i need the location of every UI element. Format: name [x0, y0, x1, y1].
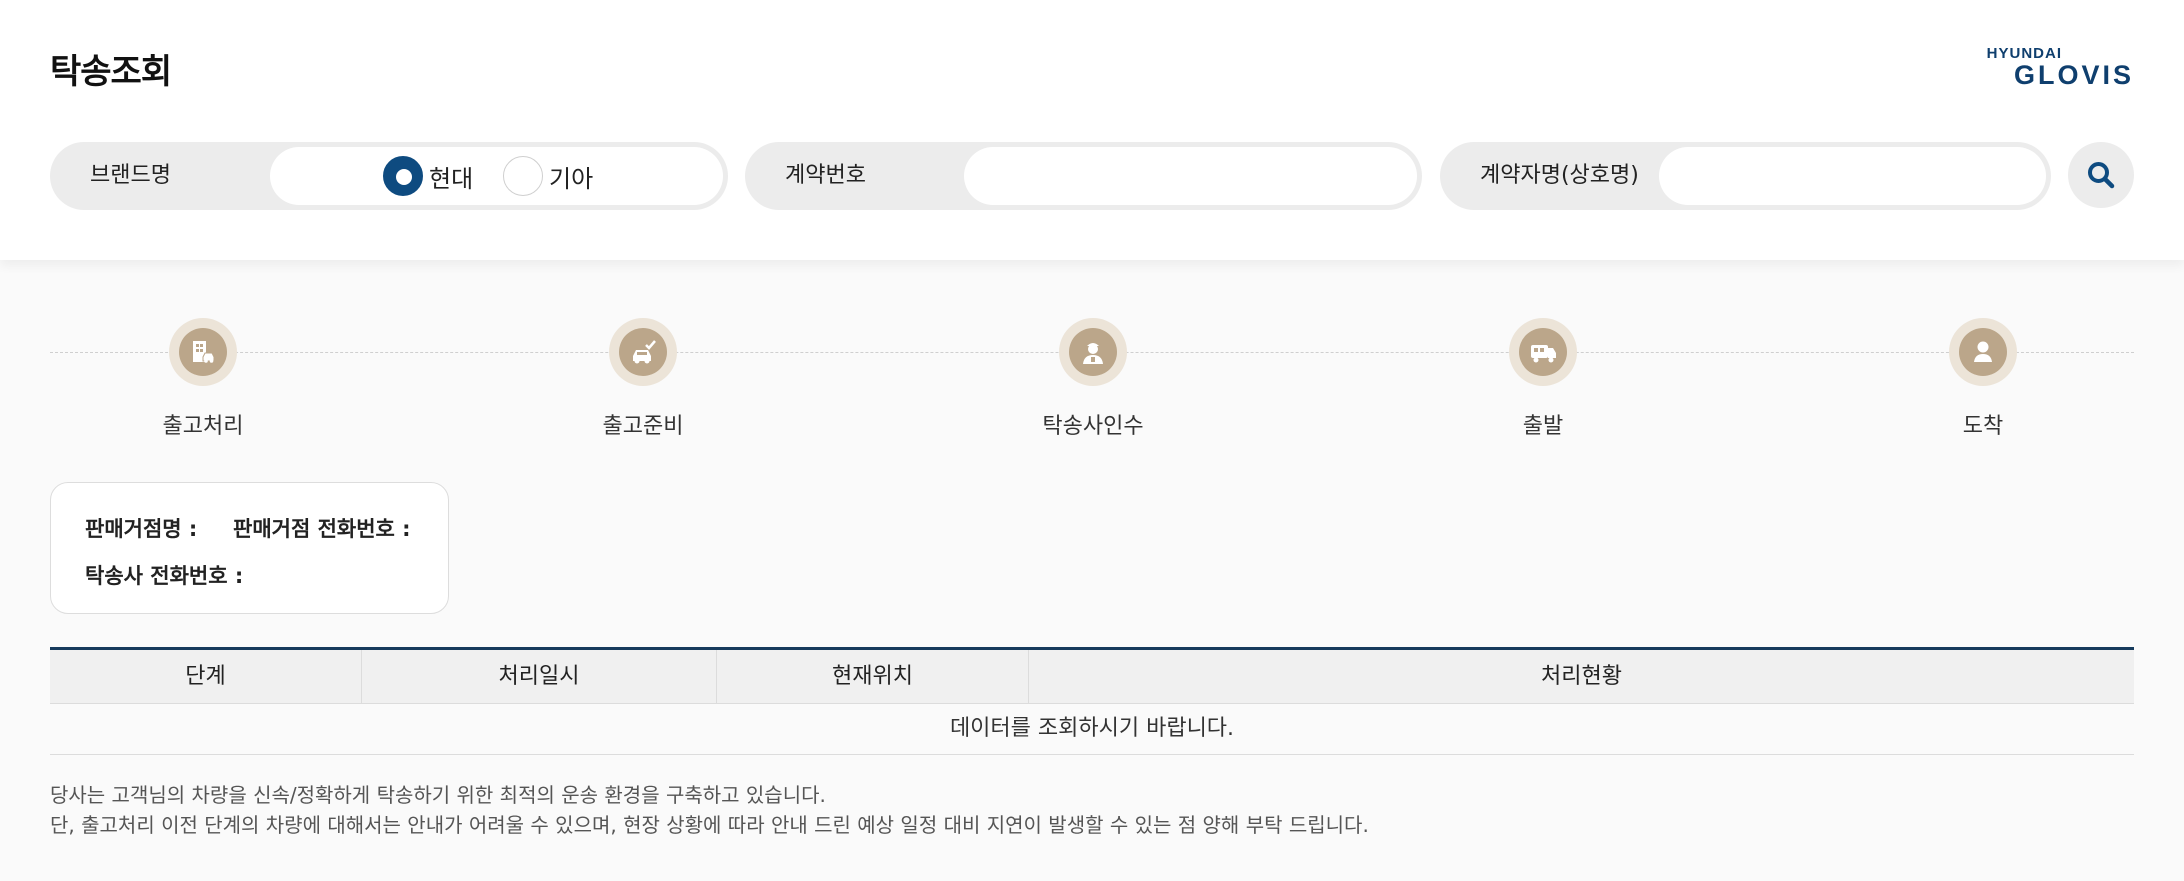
person-icon: [1974, 341, 1992, 362]
step-release-label: 출고처리: [162, 414, 244, 439]
step-prepare-label: 출고준비: [602, 414, 684, 439]
radio-kia-indicator[interactable]: [503, 156, 543, 196]
logo-line2: GLOVIS: [2013, 60, 2134, 90]
status-table: 단계 처리일시 현재위치 처리현황 데이터를 조회하시기 바랍니다.: [50, 647, 2134, 755]
table-header: 단계 처리일시 현재위치 처리현황: [50, 650, 2134, 704]
dealer-name-label: 판매거점명 :: [85, 517, 198, 541]
col-status: 처리현황: [1541, 664, 1622, 689]
radio-kia-label[interactable]: 기아: [549, 159, 593, 194]
notice-line-2: 단, 출고처리 이전 단계의 차량에 대해서는 안내가 어려울 수 있으며, 현…: [50, 813, 1369, 837]
step-arrival-ring: [1949, 318, 2017, 386]
brand-field: 브랜드명 현대 기아: [50, 142, 728, 210]
search-header: 탁송조회 HYUNDAI GLOVIS 브랜드명 현대 기아 계약번호 계약자명…: [0, 0, 2184, 260]
contract-number-input[interactable]: [964, 147, 1417, 205]
contractor-name-input[interactable]: [1659, 147, 2046, 205]
dealer-info-box: 판매거점명 : 판매거점 전화번호 : 탁송사 전화번호 :: [50, 482, 449, 614]
step-prepare: 출고준비: [543, 318, 743, 440]
brand-label: 브랜드명: [90, 163, 171, 188]
brand-radio-group: 현대 기아: [270, 147, 723, 205]
step-departure-ring: [1509, 318, 1577, 386]
notice-text: 당사는 고객님의 차량을 신속/정확하게 탁송하기 위한 최적의 운송 환경을 …: [50, 780, 1369, 840]
step-carrier-pickup-ring: [1059, 318, 1127, 386]
carrier-phone-label: 탁송사 전화번호 :: [85, 564, 244, 588]
contractor-name-label: 계약자명(상호명): [1480, 163, 1639, 188]
contractor-name-input-wrap: [1659, 147, 2046, 205]
driver-icon: [1083, 343, 1103, 364]
radio-hyundai[interactable]: 현대: [383, 156, 473, 196]
step-release-ring: [169, 318, 237, 386]
step-release: 출고처리: [103, 318, 303, 440]
radio-hyundai-label[interactable]: 현대: [429, 159, 473, 194]
search-button[interactable]: [2068, 142, 2134, 208]
step-arrival-label: 도착: [1962, 414, 2004, 439]
step-departure-label: 출발: [1522, 414, 1564, 439]
contractor-name-field: 계약자명(상호명): [1440, 142, 2051, 210]
radio-kia[interactable]: 기아: [503, 156, 593, 196]
step-carrier-pickup-label: 탁송사인수: [1042, 414, 1144, 439]
step-prepare-ring: [609, 318, 677, 386]
step-carrier-pickup: 탁송사인수: [993, 318, 1193, 440]
step-departure: 출발: [1443, 318, 1643, 440]
contract-number-label: 계약번호: [785, 163, 866, 188]
contract-number-input-wrap: [964, 147, 1417, 205]
notice-line-1: 당사는 고객님의 차량을 신속/정확하게 탁송하기 위한 최적의 운송 환경을 …: [50, 783, 826, 807]
page-title: 탁송조회: [50, 52, 172, 92]
radio-hyundai-indicator[interactable]: [383, 156, 423, 196]
truck-icon: [1531, 345, 1556, 363]
search-icon: [2088, 162, 2115, 189]
hyundai-glovis-logo: HYUNDAI GLOVIS: [1987, 46, 2134, 90]
building-car-icon: [193, 341, 215, 363]
col-datetime: 처리일시: [362, 650, 717, 703]
contract-number-field: 계약번호: [745, 142, 1422, 210]
dealer-phone-label: 판매거점 전화번호 :: [233, 517, 411, 541]
col-location: 현재위치: [717, 650, 1029, 703]
table-empty-row: 데이터를 조회하시기 바랍니다.: [50, 704, 2134, 755]
step-arrival: 도착: [1883, 318, 2083, 440]
car-check-icon: [633, 340, 656, 364]
col-step: 단계: [50, 650, 362, 703]
